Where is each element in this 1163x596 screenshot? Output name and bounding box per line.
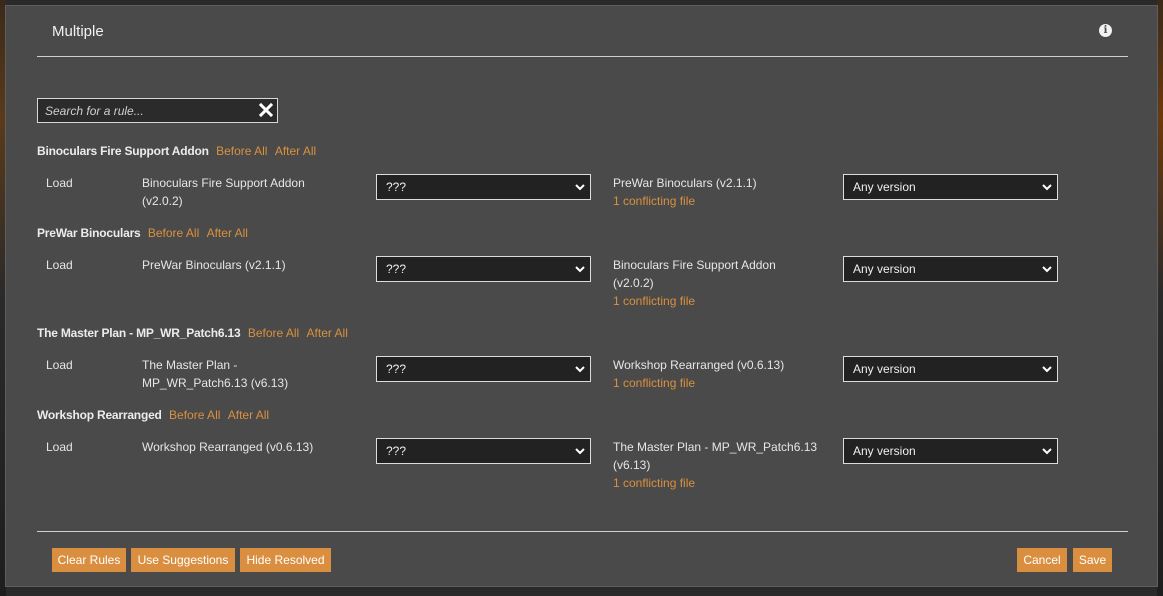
chevron-down-icon (575, 448, 585, 455)
cancel-button[interactable]: Cancel (1017, 548, 1067, 572)
reference-mod-name: PreWar Binoculars (v2.1.1) (613, 176, 757, 190)
rule-group-header: PreWar Binoculars Before All After All (37, 226, 248, 240)
chevron-down-icon (575, 184, 585, 191)
after-all-link[interactable]: After All (207, 226, 248, 240)
conflicting-file-link[interactable]: 1 conflicting file (613, 292, 803, 310)
rule-group-header: The Master Plan - MP_WR_Patch6.13 Before… (37, 326, 348, 340)
rule-action: Load (46, 440, 73, 454)
relation-value: ??? (386, 262, 407, 276)
rules-dialog: Multiple i Binoculars Fire Support Addon… (5, 5, 1158, 587)
relation-value: ??? (386, 362, 407, 376)
search-box (37, 98, 278, 123)
rule-group-header: Binoculars Fire Support Addon Before All… (37, 144, 316, 158)
group-name: The Master Plan - MP_WR_Patch6.13 (37, 326, 241, 340)
rule-reference: Binoculars Fire Support Addon (v2.0.2) 1… (613, 256, 803, 310)
version-select[interactable]: Any version (843, 174, 1058, 200)
after-all-link[interactable]: After All (307, 326, 348, 340)
rule-mod-name: The Master Plan - MP_WR_Patch6.13 (v6.13… (142, 358, 289, 390)
rule-action: Load (46, 258, 73, 272)
search-input[interactable] (38, 99, 248, 122)
reference-mod-name: Binoculars Fire Support Addon (v2.0.2) (613, 258, 776, 290)
rule-group-header: Workshop Rearranged Before All After All (37, 408, 269, 422)
footer-divider (37, 531, 1128, 532)
chevron-down-icon (1042, 266, 1052, 273)
header-divider (37, 56, 1128, 57)
hide-resolved-button[interactable]: Hide Resolved (240, 548, 331, 572)
rule-mod-name: Workshop Rearranged (v0.6.13) (142, 440, 314, 454)
conflicting-file-link[interactable]: 1 conflicting file (613, 374, 833, 392)
conflicting-file-link[interactable]: 1 conflicting file (613, 192, 833, 210)
relation-select[interactable]: ??? (376, 174, 591, 200)
relation-value: ??? (386, 444, 407, 458)
rule-reference: The Master Plan - MP_WR_Patch6.13 (v6.13… (613, 438, 835, 492)
version-select[interactable]: Any version (843, 356, 1058, 382)
chevron-down-icon (1042, 448, 1052, 455)
chevron-down-icon (1042, 366, 1052, 373)
version-select[interactable]: Any version (843, 256, 1058, 282)
rule-action: Load (46, 176, 73, 190)
before-all-link[interactable]: Before All (216, 144, 267, 158)
close-icon[interactable] (258, 102, 274, 118)
relation-select[interactable]: ??? (376, 438, 591, 464)
group-name: PreWar Binoculars (37, 226, 141, 240)
rule-action: Load (46, 358, 73, 372)
relation-select[interactable]: ??? (376, 256, 591, 282)
rule-reference: Workshop Rearranged (v0.6.13) 1 conflict… (613, 356, 833, 392)
save-button[interactable]: Save (1073, 548, 1112, 572)
relation-value: ??? (386, 180, 407, 194)
after-all-link[interactable]: After All (275, 144, 316, 158)
before-all-link[interactable]: Before All (248, 326, 299, 340)
before-all-link[interactable]: Before All (148, 226, 199, 240)
rule-mod-name: Binoculars Fire Support Addon (v2.0.2) (142, 176, 305, 208)
chevron-down-icon (575, 366, 585, 373)
group-name: Binoculars Fire Support Addon (37, 144, 209, 158)
version-value: Any version (853, 180, 916, 194)
before-all-link[interactable]: Before All (169, 408, 220, 422)
group-name: Workshop Rearranged (37, 408, 162, 422)
reference-mod-name: The Master Plan - MP_WR_Patch6.13 (v6.13… (613, 440, 818, 472)
conflicting-file-link[interactable]: 1 conflicting file (613, 474, 835, 492)
reference-mod-name: Workshop Rearranged (v0.6.13) (613, 358, 785, 372)
clear-rules-button[interactable]: Clear Rules (52, 548, 126, 572)
info-icon[interactable]: i (1099, 24, 1112, 37)
chevron-down-icon (1042, 184, 1052, 191)
rule-reference: PreWar Binoculars (v2.1.1) 1 conflicting… (613, 174, 833, 210)
version-value: Any version (853, 262, 916, 276)
rule-mod-name: PreWar Binoculars (v2.1.1) (142, 258, 286, 272)
version-value: Any version (853, 362, 916, 376)
dialog-title: Multiple (52, 23, 104, 40)
relation-select[interactable]: ??? (376, 356, 591, 382)
version-value: Any version (853, 444, 916, 458)
chevron-down-icon (575, 266, 585, 273)
use-suggestions-button[interactable]: Use Suggestions (131, 548, 235, 572)
after-all-link[interactable]: After All (228, 408, 269, 422)
version-select[interactable]: Any version (843, 438, 1058, 464)
